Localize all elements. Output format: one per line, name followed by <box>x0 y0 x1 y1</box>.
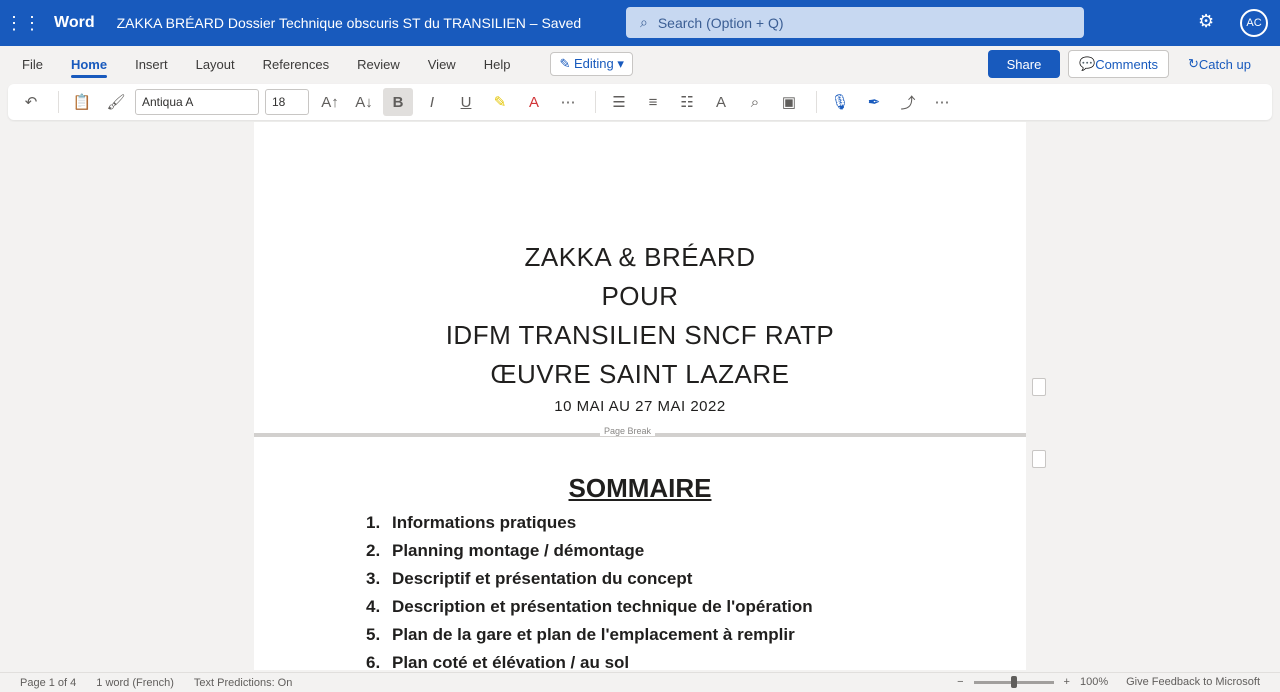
toc-number: 1. <box>366 513 381 532</box>
align-icon[interactable]: ☷ <box>672 88 702 116</box>
document-page-2[interactable]: SOMMAIRE 1. Informations pratiques 2. Plan… <box>254 437 1026 670</box>
toc-text: Planning montage / démontage <box>392 541 645 560</box>
numbering-icon[interactable]: ≡ <box>638 88 668 116</box>
cover-line-2: POUR <box>601 281 679 311</box>
cover-line-3: IDFM TRANSILIEN SNCF RATP <box>445 320 835 350</box>
bold-button[interactable]: B <box>383 88 413 116</box>
toc-number: 6. <box>366 653 381 670</box>
toolbar-divider <box>58 91 59 113</box>
format-painter-icon[interactable]: 🖌 <box>101 88 131 116</box>
search-input[interactable]: ⌕ Search (Option + Q) <box>626 7 1084 38</box>
toc-text: Description et présentation technique de… <box>392 597 813 616</box>
designer-icon[interactable]: ⤴ <box>893 88 923 116</box>
page-count: Page 1 of 4 <box>20 676 77 689</box>
cover-line-1: ZAKKA & BRÉARD <box>524 242 756 272</box>
toc-text: Plan de la gare et plan de l'emplacement… <box>392 625 795 644</box>
dictate-icon[interactable]: 🎙 <box>825 88 855 116</box>
status-bar: Page 1 of 4 1 word (French) Text Predict… <box>0 672 1280 692</box>
tab-insert[interactable]: Insert <box>131 51 172 78</box>
home-toolbar: ↶ 📋 🖌 Antiqua A 18 A↑ A↓ B I U ✎ A ⋯ ☰ ≡… <box>8 84 1272 120</box>
toc-number: 2. <box>366 541 381 560</box>
editor-icon[interactable]: ✒ <box>859 88 889 116</box>
list-item: 2. Planning montage / démontage <box>366 537 813 565</box>
avatar[interactable]: AC <box>1240 9 1268 37</box>
toc-number: 4. <box>366 597 381 616</box>
toc-text: Plan coté et élévation / au sol <box>392 653 630 670</box>
find-icon[interactable]: ⌕ <box>740 88 770 116</box>
share-button[interactable]: Share <box>988 50 1060 78</box>
toc-text: Informations pratiques <box>392 513 577 532</box>
zoom-slider-thumb[interactable] <box>1010 675 1017 688</box>
undo-icon[interactable]: ↶ <box>16 88 46 116</box>
document-title[interactable]: ZAKKA BRÉARD Dossier Technique obscuris … <box>117 15 582 31</box>
editing-mode-dropdown[interactable]: ✎ Editing ▾ <box>550 52 633 76</box>
catch-up-icon: ↻ <box>1188 56 1199 71</box>
comment-margin-marker[interactable] <box>1032 450 1046 468</box>
highlight-icon[interactable]: ✎ <box>485 88 515 116</box>
toc-heading: SOMMAIRE <box>568 473 712 503</box>
font-color-icon[interactable]: A <box>519 88 549 116</box>
list-item: 1. Informations pratiques <box>366 509 813 537</box>
word-count: 1 word (French) <box>96 676 174 689</box>
tab-view[interactable]: View <box>424 51 460 78</box>
zoom-slider[interactable] <box>973 675 1054 688</box>
catch-up-button[interactable]: ↻ Catch up <box>1180 50 1259 78</box>
feedback-link[interactable]: Give Feedback to Microsoft <box>1126 676 1260 688</box>
settings-gear-icon[interactable]: ⚙ <box>1198 11 1214 32</box>
more-font-options-icon[interactable]: ⋯ <box>553 88 583 116</box>
zoom-out-icon[interactable]: − <box>957 676 963 688</box>
grow-font-icon[interactable]: A↑ <box>315 88 345 116</box>
app-name[interactable]: Word <box>54 14 95 32</box>
more-options-icon[interactable]: ⋯ <box>927 88 957 116</box>
search-placeholder: Search (Option + Q) <box>657 14 784 31</box>
chevron-down-icon: ▾ <box>613 56 624 71</box>
tab-review[interactable]: Review <box>353 51 404 78</box>
toolbar-divider <box>816 91 817 113</box>
underline-button[interactable]: U <box>451 88 481 116</box>
font-name-select[interactable]: Antiqua A <box>135 89 259 115</box>
share-label: Share <box>1006 56 1042 72</box>
comments-label: Comments <box>1095 56 1159 72</box>
shrink-font-icon[interactable]: A↓ <box>349 88 379 116</box>
comment-icon: 💬 <box>1079 56 1096 71</box>
text-predictions-status[interactable]: Text Predictions: On <box>194 677 292 689</box>
zoom-level[interactable]: 100% <box>1080 676 1108 688</box>
list-item: 4. Description et présentation technique … <box>366 593 813 621</box>
ribbon-tabs: File Home Insert Layout References Revie… <box>0 46 1280 82</box>
toolbar-divider <box>595 91 596 113</box>
tab-references[interactable]: References <box>259 51 333 78</box>
cover-line-4: ŒUVRE SAINT LAZARE <box>490 359 790 389</box>
document-page-1[interactable]: ZAKKA & BRÉARD POUR IDFM TRANSILIEN SNCF… <box>254 122 1026 433</box>
app-launcher-icon[interactable]: ⋮⋮ <box>0 0 46 46</box>
list-item: 6. Plan coté et élévation / au sol <box>366 649 813 670</box>
cover-date: 10 MAI AU 27 MAI 2022 <box>554 398 726 415</box>
catch-up-label: Catch up <box>1198 56 1251 72</box>
status-bar-right: − + 100% Give Feedback to Microsoft <box>957 675 1260 688</box>
tab-file[interactable]: File <box>18 51 47 78</box>
document-canvas[interactable]: ZAKKA & BRÉARD POUR IDFM TRANSILIEN SNCF… <box>0 122 1280 670</box>
list-item: 3. Descriptif et présentation du concept <box>366 565 813 593</box>
comments-button[interactable]: 💬 Comments <box>1068 50 1170 78</box>
pencil-icon: ✎ <box>559 56 574 71</box>
zoom-in-icon[interactable]: + <box>1064 676 1070 688</box>
toc-text: Descriptif et présentation du concept <box>392 569 693 588</box>
tab-help[interactable]: Help <box>480 51 515 78</box>
italic-button[interactable]: I <box>417 88 447 116</box>
styles-icon[interactable]: A <box>706 88 736 116</box>
font-size-select[interactable]: 18 <box>265 89 309 115</box>
page-break-label: Page Break <box>600 426 656 436</box>
toc-number: 5. <box>366 625 381 644</box>
picture-icon[interactable]: ▣ <box>774 88 804 116</box>
search-icon: ⌕ <box>640 14 648 30</box>
comment-margin-marker[interactable] <box>1032 378 1046 396</box>
tab-home[interactable]: Home <box>67 51 111 78</box>
table-of-contents: 1. Informations pratiques 2. Planning mont… <box>366 509 813 670</box>
toc-number: 3. <box>366 569 381 588</box>
list-item: 5. Plan de la gare et plan de l'emplaceme… <box>366 621 813 649</box>
bullets-icon[interactable]: ☰ <box>604 88 634 116</box>
paste-icon[interactable]: 📋 <box>67 88 97 116</box>
title-bar: ⋮⋮ Word ZAKKA BRÉARD Dossier Technique o… <box>0 0 1280 46</box>
editing-mode-label: Editing <box>573 56 614 71</box>
tab-layout[interactable]: Layout <box>192 51 239 78</box>
